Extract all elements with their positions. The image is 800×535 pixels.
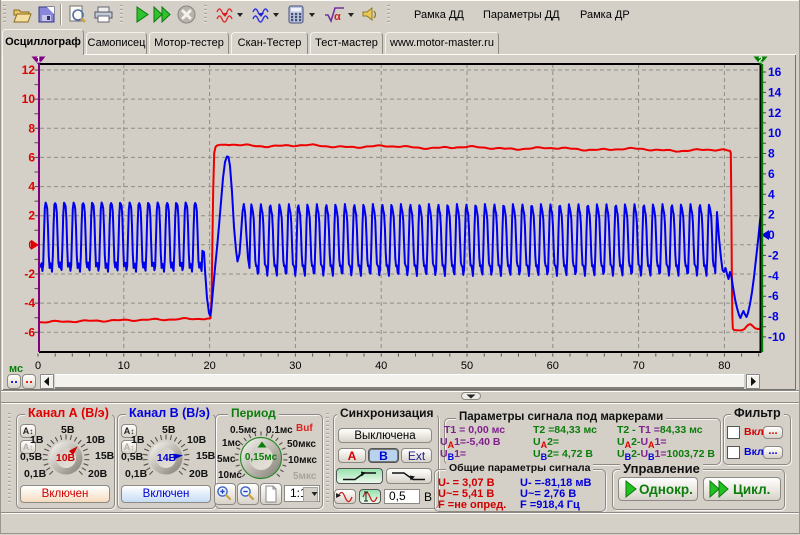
svg-text:-4: -4 bbox=[24, 296, 35, 310]
svg-text:0: 0 bbox=[35, 360, 41, 372]
svg-text:4: 4 bbox=[768, 187, 775, 201]
svg-text:-10: -10 bbox=[768, 330, 786, 344]
svg-text:2: 2 bbox=[768, 208, 775, 222]
svg-text:8: 8 bbox=[768, 147, 775, 161]
svg-text:1: 1 bbox=[36, 56, 41, 65]
svg-text:8: 8 bbox=[28, 121, 35, 135]
svg-text:-2: -2 bbox=[768, 248, 779, 262]
svg-text:Цикл.: Цикл. bbox=[733, 482, 770, 497]
svg-text:60: 60 bbox=[547, 360, 559, 372]
svg-text:10: 10 bbox=[118, 360, 130, 372]
svg-text:2: 2 bbox=[28, 209, 35, 223]
svg-text:10: 10 bbox=[768, 126, 782, 140]
svg-text:16: 16 bbox=[768, 65, 782, 79]
svg-text:30: 30 bbox=[289, 360, 301, 372]
svg-text:40: 40 bbox=[375, 360, 387, 372]
svg-text:α: α bbox=[334, 11, 341, 23]
svg-text:-6: -6 bbox=[24, 325, 35, 339]
svg-text:-6: -6 bbox=[768, 289, 779, 303]
svg-text:0: 0 bbox=[768, 228, 775, 242]
svg-text:Однокр.: Однокр. bbox=[639, 482, 693, 497]
svg-text:12: 12 bbox=[768, 106, 782, 120]
svg-text:80: 80 bbox=[718, 360, 730, 372]
svg-text:-2: -2 bbox=[24, 267, 35, 281]
svg-text:4: 4 bbox=[28, 180, 35, 194]
svg-text:2: 2 bbox=[758, 56, 763, 65]
svg-text:-8: -8 bbox=[768, 310, 779, 324]
svg-text:70: 70 bbox=[632, 360, 644, 372]
svg-text:6: 6 bbox=[768, 167, 775, 181]
svg-text:10: 10 bbox=[22, 92, 36, 106]
svg-text:6: 6 bbox=[28, 150, 35, 164]
svg-text:14: 14 bbox=[768, 85, 782, 99]
svg-text:50: 50 bbox=[461, 360, 473, 372]
svg-text:20: 20 bbox=[203, 360, 215, 372]
svg-text:-4: -4 bbox=[768, 269, 779, 283]
svg-text:12: 12 bbox=[22, 63, 36, 77]
